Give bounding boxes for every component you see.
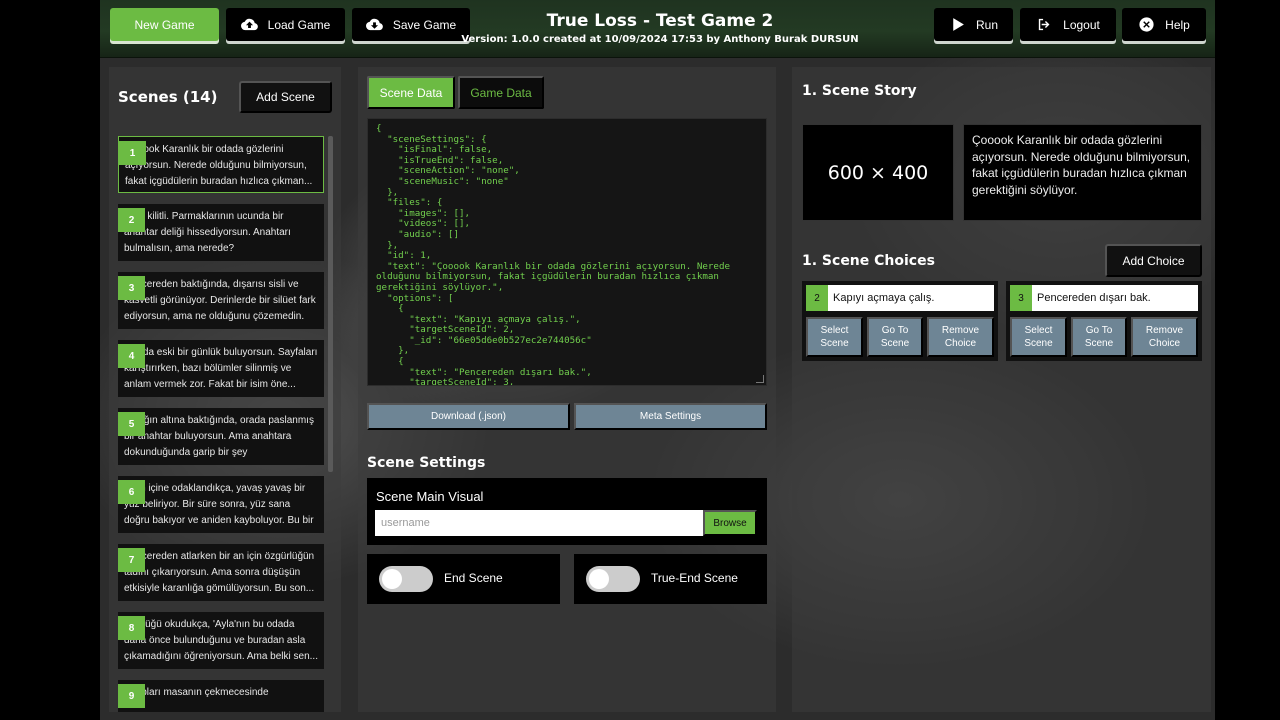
select-scene-button[interactable]: Select Scene	[806, 317, 863, 357]
end-scene-label: End Scene	[444, 571, 503, 585]
add-choice-button[interactable]: Add Choice	[1105, 244, 1202, 277]
scene-number-badge: 2	[118, 208, 145, 232]
help-button[interactable]: Help	[1122, 8, 1206, 41]
download-json-button[interactable]: Download (.json)	[367, 403, 570, 430]
story-panel: 1. Scene Story 600 × 400 Çooook Karanlık…	[792, 67, 1211, 712]
browse-button[interactable]: Browse	[703, 510, 757, 536]
help-icon	[1139, 17, 1154, 32]
header-bar: New Game Load Game Save Game True Loss -…	[100, 0, 1215, 58]
scene-settings-title: Scene Settings	[367, 455, 486, 471]
scene-story-text[interactable]: Çooook Karanlık bir odada gözlerini açıy…	[963, 124, 1202, 221]
remove-choice-button[interactable]: Remove Choice	[927, 317, 994, 357]
scene-card-text: Günlüğü okudukça, 'Ayla'nın bu odada dah…	[124, 619, 318, 662]
choice-target-badge: 3	[1010, 285, 1032, 311]
save-game-label: Save Game	[392, 17, 457, 32]
run-button[interactable]: Run	[934, 8, 1013, 41]
scene-card-text: Odada eski bir günlük buluyorsun. Sayfal…	[124, 347, 318, 390]
scene-card[interactable]: Odada eski bir günlük buluyorsun. Sayfal…	[118, 340, 324, 397]
logout-label: Logout	[1063, 17, 1100, 32]
scene-card[interactable]: Kitapları masanın çekmecesinde 9	[118, 680, 324, 712]
scene-number-badge: 6	[118, 480, 145, 504]
new-game-button[interactable]: New Game	[110, 8, 219, 41]
select-scene-button[interactable]: Select Scene	[1010, 317, 1067, 357]
go-to-scene-button[interactable]: Go To Scene	[1071, 317, 1127, 357]
scenes-panel: Scenes (14) Add Scene Çooook Karanlık bi…	[109, 67, 341, 712]
new-game-label: New Game	[134, 17, 195, 32]
cloud-download-icon	[365, 18, 383, 31]
scene-card-text: Sisin içine odaklandıkça, yavaş yavaş bi…	[124, 483, 314, 526]
true-end-scene-toggle[interactable]	[586, 566, 640, 592]
scene-number-badge: 4	[118, 344, 145, 368]
logout-button[interactable]: Logout	[1020, 8, 1116, 41]
scene-number-badge: 5	[118, 412, 145, 436]
tab-scene-data[interactable]: Scene Data	[367, 76, 455, 109]
play-icon	[953, 18, 964, 31]
data-panel: Scene Data Game Data { "sceneSettings": …	[358, 67, 776, 712]
scene-card[interactable]: Kapı kilitli. Parmaklarının ucunda bir a…	[118, 204, 324, 261]
toggle-knob	[589, 569, 609, 589]
scene-main-visual-box: Scene Main Visual username Browse	[367, 478, 767, 545]
logout-icon	[1038, 18, 1050, 31]
tab-game-data[interactable]: Game Data	[458, 76, 544, 109]
scene-card-text: Çooook Karanlık bir odada gözlerini açıy…	[125, 144, 313, 187]
scene-story-title: 1. Scene Story	[802, 83, 917, 99]
json-editor[interactable]: { "sceneSettings": { "isFinal": false, "…	[367, 118, 767, 386]
scene-card-text: Kapı kilitli. Parmaklarının ucunda bir a…	[124, 211, 291, 254]
scene-card[interactable]: Pencereden baktığında, dışarısı sisli ve…	[118, 272, 324, 329]
game-version-info: Version: 1.0.0 created at 10/09/2024 17:…	[461, 34, 859, 45]
cloud-upload-icon	[240, 18, 258, 31]
choice-card: 2 Kapıyı açmaya çalış. Select Scene Go T…	[802, 281, 998, 361]
toggle-knob	[382, 569, 402, 589]
remove-choice-button[interactable]: Remove Choice	[1131, 317, 1198, 357]
game-title: True Loss - Test Game 2	[546, 11, 774, 31]
json-text: { "sceneSettings": { "isFinal": false, "…	[376, 123, 731, 386]
resize-grip[interactable]	[756, 375, 764, 383]
scene-number-badge: 9	[118, 684, 145, 708]
scenes-title: Scenes (14)	[118, 88, 218, 106]
go-to-scene-button[interactable]: Go To Scene	[867, 317, 923, 357]
scene-card[interactable]: Çooook Karanlık bir odada gözlerini açıy…	[118, 136, 324, 193]
scene-card-text: Pencereden baktığında, dışarısı sisli ve…	[124, 279, 316, 322]
choice-text-input[interactable]: Pencereden dışarı bak.	[1032, 285, 1198, 311]
scene-image-placeholder: 600 × 400	[802, 124, 954, 221]
scene-card[interactable]: Günlüğü okudukça, 'Ayla'nın bu odada dah…	[118, 612, 324, 669]
scene-card-text: Yatağın altına baktığında, orada paslanm…	[124, 415, 314, 458]
scene-card-text: Pencereden atlarken bir an için özgürlüğ…	[124, 551, 315, 594]
scene-visual-input[interactable]: username	[375, 510, 703, 536]
scene-number-badge: 7	[118, 548, 145, 572]
true-end-scene-label: True-End Scene	[651, 571, 738, 585]
scene-card[interactable]: Pencereden atlarken bir an için özgürlüğ…	[118, 544, 324, 601]
load-game-button[interactable]: Load Game	[226, 8, 345, 41]
add-scene-button[interactable]: Add Scene	[239, 81, 332, 113]
scene-number-badge: 1	[119, 141, 146, 165]
end-scene-toggle[interactable]	[379, 566, 433, 592]
scene-choices-title: 1. Scene Choices	[802, 253, 935, 269]
scene-card[interactable]: Sisin içine odaklandıkça, yavaş yavaş bi…	[118, 476, 324, 533]
scene-number-badge: 3	[118, 276, 145, 300]
scene-card-text: Kitapları masanın çekmecesinde	[124, 687, 269, 698]
scene-list-scrollbar[interactable]	[328, 136, 333, 472]
end-scene-box: End Scene	[367, 554, 560, 604]
true-end-scene-box: True-End Scene	[574, 554, 767, 604]
choice-target-badge: 2	[806, 285, 828, 311]
choice-card: 3 Pencereden dışarı bak. Select Scene Go…	[1006, 281, 1202, 361]
load-game-label: Load Game	[267, 17, 331, 32]
meta-settings-button[interactable]: Meta Settings	[574, 403, 767, 430]
app-window: New Game Load Game Save Game True Loss -…	[0, 0, 1280, 720]
editor-frame: New Game Load Game Save Game True Loss -…	[100, 0, 1215, 720]
choice-text-input[interactable]: Kapıyı açmaya çalış.	[828, 285, 994, 311]
scene-number-badge: 8	[118, 616, 145, 640]
scene-list[interactable]: Çooook Karanlık bir odada gözlerini açıy…	[118, 136, 332, 712]
run-label: Run	[975, 17, 998, 32]
scene-card[interactable]: Yatağın altına baktığında, orada paslanm…	[118, 408, 324, 465]
scene-main-visual-label: Scene Main Visual	[376, 489, 484, 504]
help-label: Help	[1165, 17, 1190, 32]
